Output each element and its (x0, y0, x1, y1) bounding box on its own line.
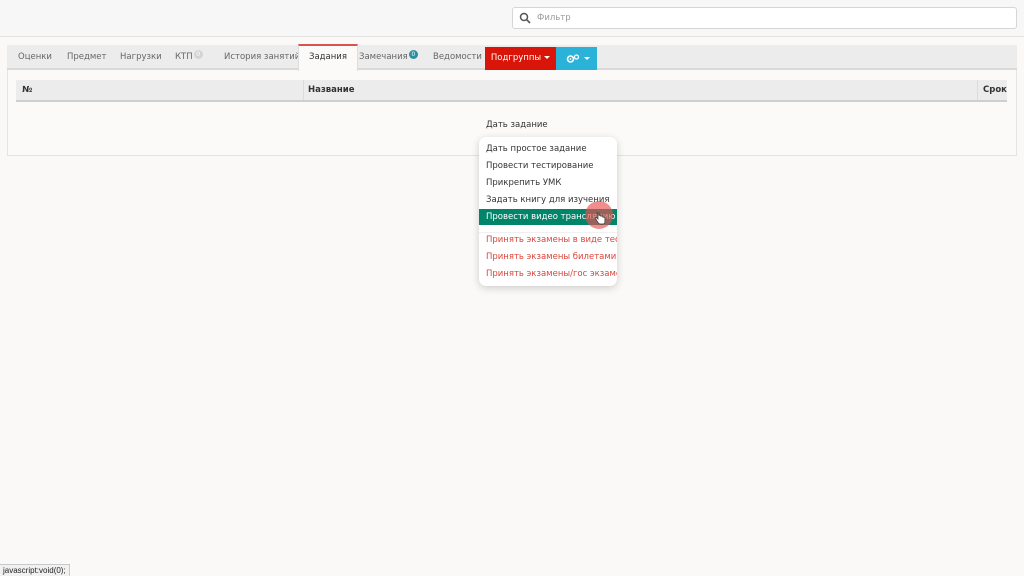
menu-item-exam-tests[interactable]: Принять экзамены в виде тестов (479, 232, 617, 248)
filter-box[interactable] (512, 7, 1017, 29)
give-assignment-toggle[interactable]: Дать задание (486, 120, 548, 130)
filter-input[interactable] (537, 10, 1007, 26)
tab-grades[interactable]: Оценки (8, 45, 62, 70)
top-bar (0, 0, 1024, 37)
hand-cursor-icon (595, 212, 606, 225)
tab-label: Ведомости (433, 52, 482, 62)
chevron-down-icon (584, 57, 590, 60)
gears-icon (566, 54, 580, 63)
tab-label: Предмет (67, 52, 107, 62)
tab-load[interactable]: Нагрузки (110, 45, 172, 70)
settings-dropdown-button[interactable] (556, 47, 597, 70)
tab-label: История занятий (224, 52, 301, 62)
tab-remarks[interactable]: Замечания 0 (349, 45, 428, 70)
subgroups-label: Подгруппы (490, 53, 542, 63)
column-divider (303, 80, 304, 100)
column-number[interactable]: № (22, 80, 32, 100)
tab-label: Замечания (359, 52, 408, 62)
column-name[interactable]: Название (308, 80, 355, 100)
tab-label: Нагрузки (120, 52, 162, 62)
remarks-count-badge: 0 (408, 50, 418, 59)
tab-label: Оценки (18, 52, 52, 62)
tab-ktp[interactable]: КТП 0 (165, 45, 213, 70)
tab-statements[interactable]: Ведомости (423, 45, 492, 70)
search-icon (519, 12, 531, 24)
column-deadline[interactable]: Срок (983, 80, 1007, 100)
menu-item-simple-assignment[interactable]: Дать простое задание (479, 141, 617, 157)
chevron-down-icon (544, 56, 551, 59)
tab-subject[interactable]: Предмет (57, 45, 117, 70)
menu-item-attach-umk[interactable]: Прикрепить УМК (479, 175, 617, 191)
subgroups-button[interactable]: Подгруппы (485, 47, 556, 70)
ktp-count-badge: 0 (193, 50, 203, 59)
menu-item-exam-tickets[interactable]: Принять экзамены билетами (479, 249, 617, 265)
assignments-table-header: № Название Срок (16, 80, 1007, 102)
tab-label: Задания (309, 52, 347, 62)
menu-item-state-exam[interactable]: Принять экзамены/гос экзамен (479, 266, 617, 282)
status-bar: javascript:void(0); (0, 564, 70, 576)
column-divider (977, 80, 978, 100)
tab-lesson-history[interactable]: История занятий (214, 45, 310, 70)
tab-label: КТП (175, 52, 193, 62)
menu-item-testing[interactable]: Провести тестирование (479, 158, 617, 174)
